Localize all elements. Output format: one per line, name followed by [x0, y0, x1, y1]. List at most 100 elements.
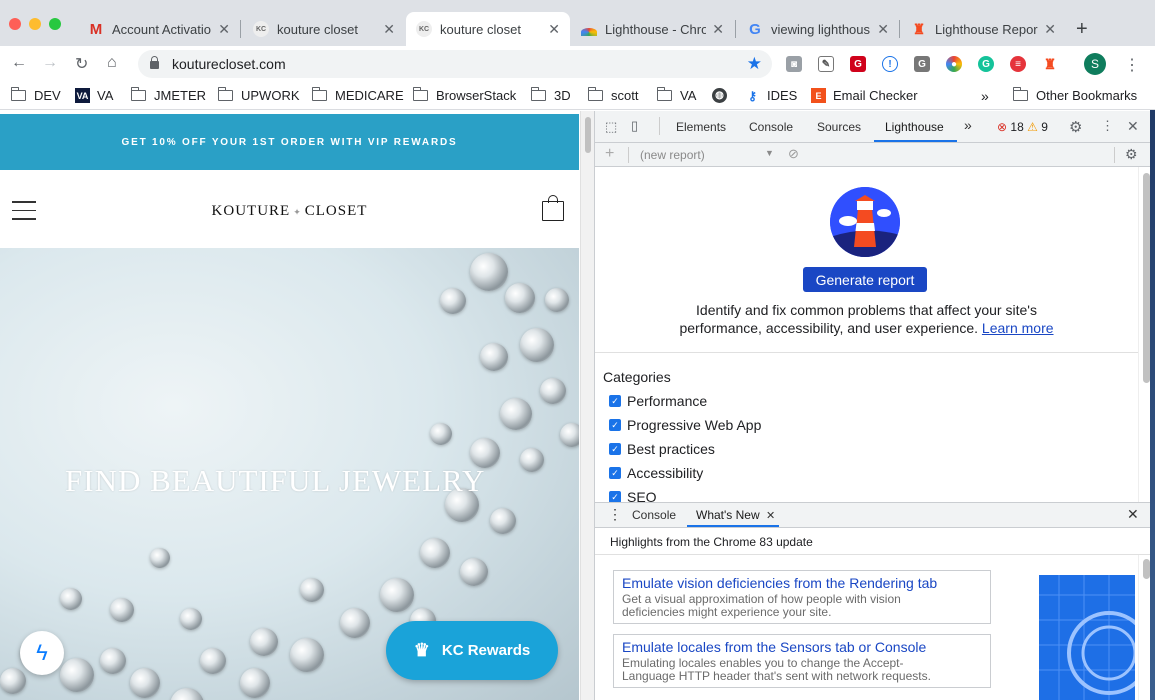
close-tab-icon[interactable]: ✕ — [1044, 21, 1056, 38]
report-select[interactable]: (new report) — [640, 148, 705, 162]
error-icon: ⊗ — [997, 120, 1008, 134]
necklace-gem — [100, 648, 126, 674]
close-whats-new-icon[interactable]: ✕ — [766, 509, 775, 522]
bookmark-browserstack[interactable]: BrowserStack — [412, 87, 516, 103]
bookmark-ides[interactable]: ⚷ IDES — [745, 88, 797, 103]
generate-report-button[interactable]: Generate report — [803, 267, 927, 292]
necklace-gem — [440, 288, 466, 314]
checkbox-checked-icon[interactable]: ✓ — [609, 419, 621, 431]
category-accessibility[interactable]: ✓ Accessibility — [609, 465, 703, 481]
device-toolbar-icon[interactable]: ▯ — [631, 118, 638, 134]
page-ruler-extension-icon[interactable]: ✎ — [818, 56, 834, 72]
chevron-down-icon[interactable]: ▼ — [765, 148, 774, 158]
shopping-bag-icon[interactable] — [542, 195, 564, 221]
whats-new-item[interactable]: Emulate locales from the Sensors tab or … — [613, 634, 991, 688]
clear-reports-icon[interactable]: ⊘ — [788, 146, 799, 162]
close-tab-icon[interactable]: ✕ — [877, 21, 889, 38]
bookmark-scott[interactable]: scott — [587, 87, 638, 103]
bookmark-jmeter[interactable]: JMETER — [130, 87, 206, 103]
whats-new-link[interactable]: Emulate locales from the Sensors tab or … — [622, 639, 982, 655]
camera-extension-icon[interactable]: ◙ — [786, 56, 802, 72]
browser-tab-lighthouse-report[interactable]: ♜ Lighthouse Repor ✕ — [901, 12, 1066, 46]
close-tab-icon[interactable]: ✕ — [712, 21, 724, 38]
add-report-icon[interactable]: + — [605, 145, 614, 163]
lock-icon[interactable] — [150, 56, 159, 69]
extension-color-icon[interactable]: ● — [946, 56, 962, 72]
bookmark-medicare[interactable]: MEDICARE — [311, 87, 404, 103]
extension-red-round-icon[interactable]: ≡ — [1010, 56, 1026, 72]
bookmarks-overflow-icon[interactable]: » — [981, 88, 989, 104]
whats-new-item[interactable]: Emulate vision deficiencies from the Ren… — [613, 570, 991, 624]
bookmark-star-icon[interactable]: ★ — [747, 54, 762, 74]
address-bar[interactable]: kouturecloset.com ★ — [138, 50, 772, 78]
site-logo[interactable]: KOUTURE ✦ CLOSET — [0, 203, 579, 220]
checkbox-checked-icon[interactable]: ✓ — [609, 491, 621, 502]
category-performance[interactable]: ✓ Performance — [609, 393, 707, 409]
maximize-window-button[interactable] — [49, 18, 61, 30]
more-tabs-icon[interactable]: » — [964, 117, 972, 133]
close-tab-icon[interactable]: ✕ — [548, 21, 560, 38]
checkbox-checked-icon[interactable]: ✓ — [609, 395, 621, 407]
inspect-element-icon[interactable]: ⬚ — [605, 119, 617, 135]
close-devtools-icon[interactable]: ✕ — [1127, 118, 1139, 135]
kc-rewards-button[interactable]: ♛ KC Rewards — [386, 621, 558, 680]
category-seo[interactable]: ✓ SEO — [609, 489, 657, 502]
messenger-chat-icon[interactable]: ϟ — [20, 631, 64, 675]
category-pwa[interactable]: ✓ Progressive Web App — [609, 417, 761, 433]
drawer-tab-whats-new[interactable]: What's New — [696, 508, 760, 522]
browser-tab-gmail[interactable]: M Account Activatio ✕ — [78, 12, 240, 46]
browser-tab-google[interactable]: G viewing lighthous ✕ — [737, 12, 899, 46]
devtools-tab-lighthouse[interactable]: Lighthouse — [885, 120, 944, 134]
category-best-practices[interactable]: ✓ Best practices — [609, 441, 715, 457]
bookmark-upwork[interactable]: UPWORK — [217, 87, 300, 103]
other-bookmarks[interactable]: Other Bookmarks — [1012, 87, 1137, 103]
forward-arrow-icon[interactable]: → — [42, 54, 58, 72]
lighthouse-settings-gear-icon[interactable]: ⚙ — [1125, 146, 1138, 163]
lighthouse-extension-icon[interactable]: ♜ — [1042, 56, 1058, 72]
browser-tab-kouture-active[interactable]: KC kouture closet ✕ — [406, 12, 570, 46]
checkbox-checked-icon[interactable]: ✓ — [609, 467, 621, 479]
home-icon[interactable]: ⌂ — [107, 54, 117, 72]
reload-icon[interactable]: ↻ — [75, 54, 88, 74]
crown-icon: ♛ — [413, 640, 430, 660]
devtools-tab-elements[interactable]: Elements — [676, 120, 726, 134]
bookmark-3d[interactable]: 3D — [530, 87, 571, 103]
necklace-gem — [520, 328, 554, 362]
back-arrow-icon[interactable]: ← — [11, 54, 27, 72]
minimize-window-button[interactable] — [29, 18, 41, 30]
bookmark-va-1[interactable]: VA VA — [75, 88, 113, 103]
extension-blue-circle-icon[interactable]: ! — [882, 56, 898, 72]
settings-gear-icon[interactable]: ⚙ — [1069, 118, 1082, 136]
tab-title: Lighthouse Repor — [935, 21, 1038, 37]
bookmark-dev[interactable]: DEV — [10, 87, 61, 103]
close-tab-icon[interactable]: ✕ — [218, 21, 230, 38]
devtools-menu-icon[interactable]: ⋮ — [1101, 118, 1114, 134]
browser-tab-kouture-1[interactable]: KC kouture closet ✕ — [243, 12, 405, 46]
browser-menu-icon[interactable]: ⋮ — [1124, 55, 1140, 75]
drawer-menu-icon[interactable]: ⋮ — [608, 506, 622, 523]
close-drawer-icon[interactable]: ✕ — [1127, 506, 1139, 523]
bookmark-globe[interactable]: ◍ — [712, 88, 734, 103]
browser-tab-lighthouse-chrome[interactable]: Lighthouse - Chro ✕ — [571, 12, 734, 46]
bookmark-va-2[interactable]: VA — [656, 87, 696, 103]
extension-red-icon[interactable]: G — [850, 56, 866, 72]
grammarly-icon[interactable]: G — [978, 56, 994, 72]
whats-new-link[interactable]: Emulate vision deficiencies from the Ren… — [622, 575, 982, 591]
bookmark-email-checker[interactable]: E Email Checker — [811, 88, 918, 103]
necklace-gem — [430, 423, 452, 445]
devtools-tab-sources[interactable]: Sources — [817, 120, 861, 134]
new-tab-button[interactable]: + — [1076, 18, 1088, 41]
extension-g-icon[interactable]: G — [914, 56, 930, 72]
error-warning-counter[interactable]: ⊗ 18 ⚠ 9 — [997, 120, 1048, 134]
drawer-tab-console[interactable]: Console — [632, 508, 676, 522]
profile-avatar[interactable]: S — [1084, 53, 1106, 75]
tab-strip: M Account Activatio ✕ KC kouture closet … — [0, 0, 1155, 46]
devtools-tab-console[interactable]: Console — [749, 120, 793, 134]
learn-more-link[interactable]: Learn more — [982, 320, 1054, 336]
promo-banner[interactable]: GET 10% OFF YOUR 1ST ORDER WITH VIP REWA… — [0, 114, 579, 170]
page-scrollbar[interactable] — [580, 111, 594, 700]
url-text[interactable]: kouturecloset.com — [172, 56, 286, 72]
close-window-button[interactable] — [9, 18, 21, 30]
checkbox-checked-icon[interactable]: ✓ — [609, 443, 621, 455]
close-tab-icon[interactable]: ✕ — [383, 21, 395, 38]
